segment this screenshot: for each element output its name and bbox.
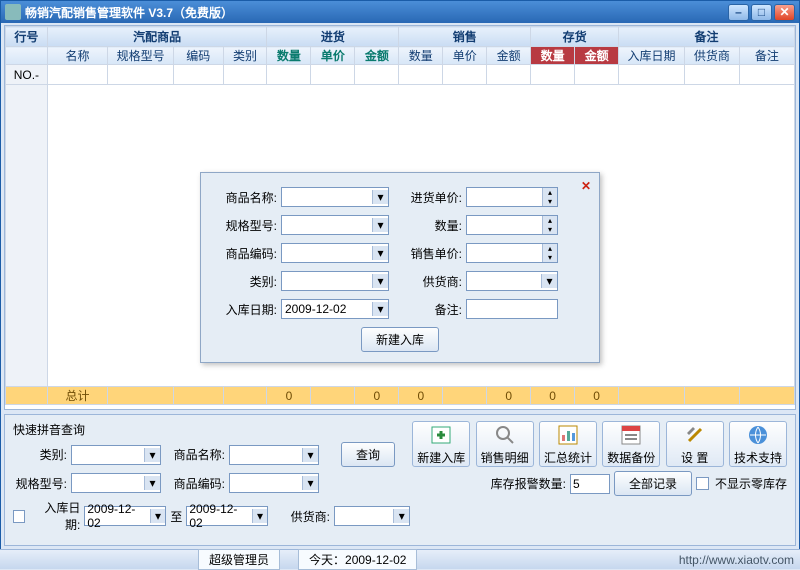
query-panel: 快速拼音查询 类别:▾ 商品名称:▾ 查询 规格型号:▾ 商品编码:▾ 入库日期… bbox=[4, 414, 796, 546]
q-category-combo[interactable]: ▾ bbox=[71, 445, 161, 465]
colgroup-product: 汽配商品 bbox=[47, 27, 267, 47]
alarm-qty-input[interactable] bbox=[570, 474, 610, 494]
product-name-combo[interactable]: ▾ bbox=[281, 187, 389, 207]
remark-input[interactable] bbox=[466, 299, 558, 319]
support-button[interactable]: 技术支持 bbox=[729, 421, 787, 467]
dialog-close-icon[interactable]: ✕ bbox=[581, 179, 591, 193]
totals-row: 总计 00 00 00 bbox=[6, 387, 795, 405]
category-combo[interactable]: ▾ bbox=[281, 271, 389, 291]
q-code-combo[interactable]: ▾ bbox=[229, 473, 319, 493]
status-url: http://www.xiaotv.com bbox=[679, 553, 794, 567]
code-combo[interactable]: ▾ bbox=[281, 243, 389, 263]
colgroup-purchase: 进货 bbox=[267, 27, 399, 47]
status-today: 今天：2009-12-02 bbox=[298, 549, 417, 570]
date-filter-checkbox[interactable] bbox=[13, 510, 25, 523]
summary-button[interactable]: 汇总统计 bbox=[539, 421, 597, 467]
supplier-combo[interactable]: ▾ bbox=[466, 271, 558, 291]
spec-combo[interactable]: ▾ bbox=[281, 215, 389, 235]
status-user: 超级管理员 bbox=[198, 549, 280, 570]
qty-spin[interactable]: ▴▾ bbox=[466, 215, 558, 235]
table-row[interactable]: NO.- bbox=[6, 65, 795, 85]
all-records-button[interactable]: 全部记录 bbox=[614, 471, 692, 496]
q-spec-combo[interactable]: ▾ bbox=[71, 473, 161, 493]
app-icon bbox=[5, 4, 21, 20]
hide-zero-checkbox[interactable] bbox=[696, 477, 709, 490]
close-button[interactable]: ✕ bbox=[774, 4, 795, 21]
backup-button[interactable]: 数据备份 bbox=[602, 421, 660, 467]
maximize-button[interactable]: □ bbox=[751, 4, 772, 21]
new-stock-dialog: ✕ 商品名称:▾ 进货单价:▴▾ 规格型号:▾ 数量:▴▾ 商品编码:▾ 销售单… bbox=[200, 172, 600, 363]
stock-date-picker[interactable]: 2009-12-02▾ bbox=[281, 299, 389, 319]
purchase-price-spin[interactable]: ▴▾ bbox=[466, 187, 558, 207]
chevron-down-icon: ▾ bbox=[372, 190, 388, 204]
sale-price-spin[interactable]: ▴▾ bbox=[466, 243, 558, 263]
minimize-button[interactable]: – bbox=[728, 4, 749, 21]
sale-detail-button[interactable]: 销售明细 bbox=[476, 421, 534, 467]
settings-button[interactable]: 设 置 bbox=[666, 421, 724, 467]
data-grid[interactable]: 行号 汽配商品 进货 销售 存货 备注 名称 规格型号 编码 类别 数量 单价 … bbox=[4, 25, 796, 410]
dialog-submit-button[interactable]: 新建入库 bbox=[361, 327, 439, 352]
window-title: 畅销汽配销售管理软件 V3.7（免费版） bbox=[25, 4, 726, 21]
col-rownum: 行号 bbox=[6, 27, 48, 47]
colgroup-remark: 备注 bbox=[619, 27, 795, 47]
q-supplier-combo[interactable]: ▾ bbox=[334, 506, 410, 526]
search-button[interactable]: 查询 bbox=[341, 442, 395, 467]
q-date-to[interactable]: 2009-12-02▾ bbox=[186, 506, 268, 526]
colgroup-sale: 销售 bbox=[399, 27, 531, 47]
status-bar: 超级管理员 今天：2009-12-02 http://www.xiaotv.co… bbox=[0, 549, 800, 569]
colgroup-stock: 存货 bbox=[531, 27, 619, 47]
query-title: 快速拼音查询 bbox=[13, 421, 410, 438]
new-stock-button[interactable]: 新建入库 bbox=[412, 421, 470, 467]
q-name-combo[interactable]: ▾ bbox=[229, 445, 319, 465]
q-date-from[interactable]: 2009-12-02▾ bbox=[84, 506, 166, 526]
